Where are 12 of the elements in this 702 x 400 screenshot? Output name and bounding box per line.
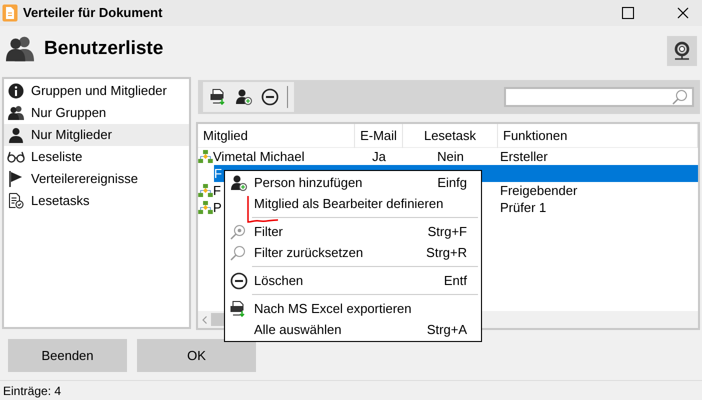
table-cell-text: F: [213, 182, 221, 200]
table-cell-text: P: [213, 198, 222, 217]
window-title: Verteiler für Dokument: [23, 4, 162, 22]
table-cell-text: Vimetal Michael: [213, 148, 305, 166]
table-cell-text: F: [214, 164, 222, 183]
status-bar: Einträge: 4: [0, 380, 702, 400]
page-title: Benutzerliste: [44, 36, 164, 61]
table-cell-text: Ja: [372, 148, 386, 166]
table-cell-text: Ersteller: [500, 148, 548, 166]
table-cell-text: Prüfer 1: [500, 198, 546, 217]
table-cell-text: Freigebender: [500, 182, 578, 200]
table-cell-text: Nein: [437, 148, 464, 166]
